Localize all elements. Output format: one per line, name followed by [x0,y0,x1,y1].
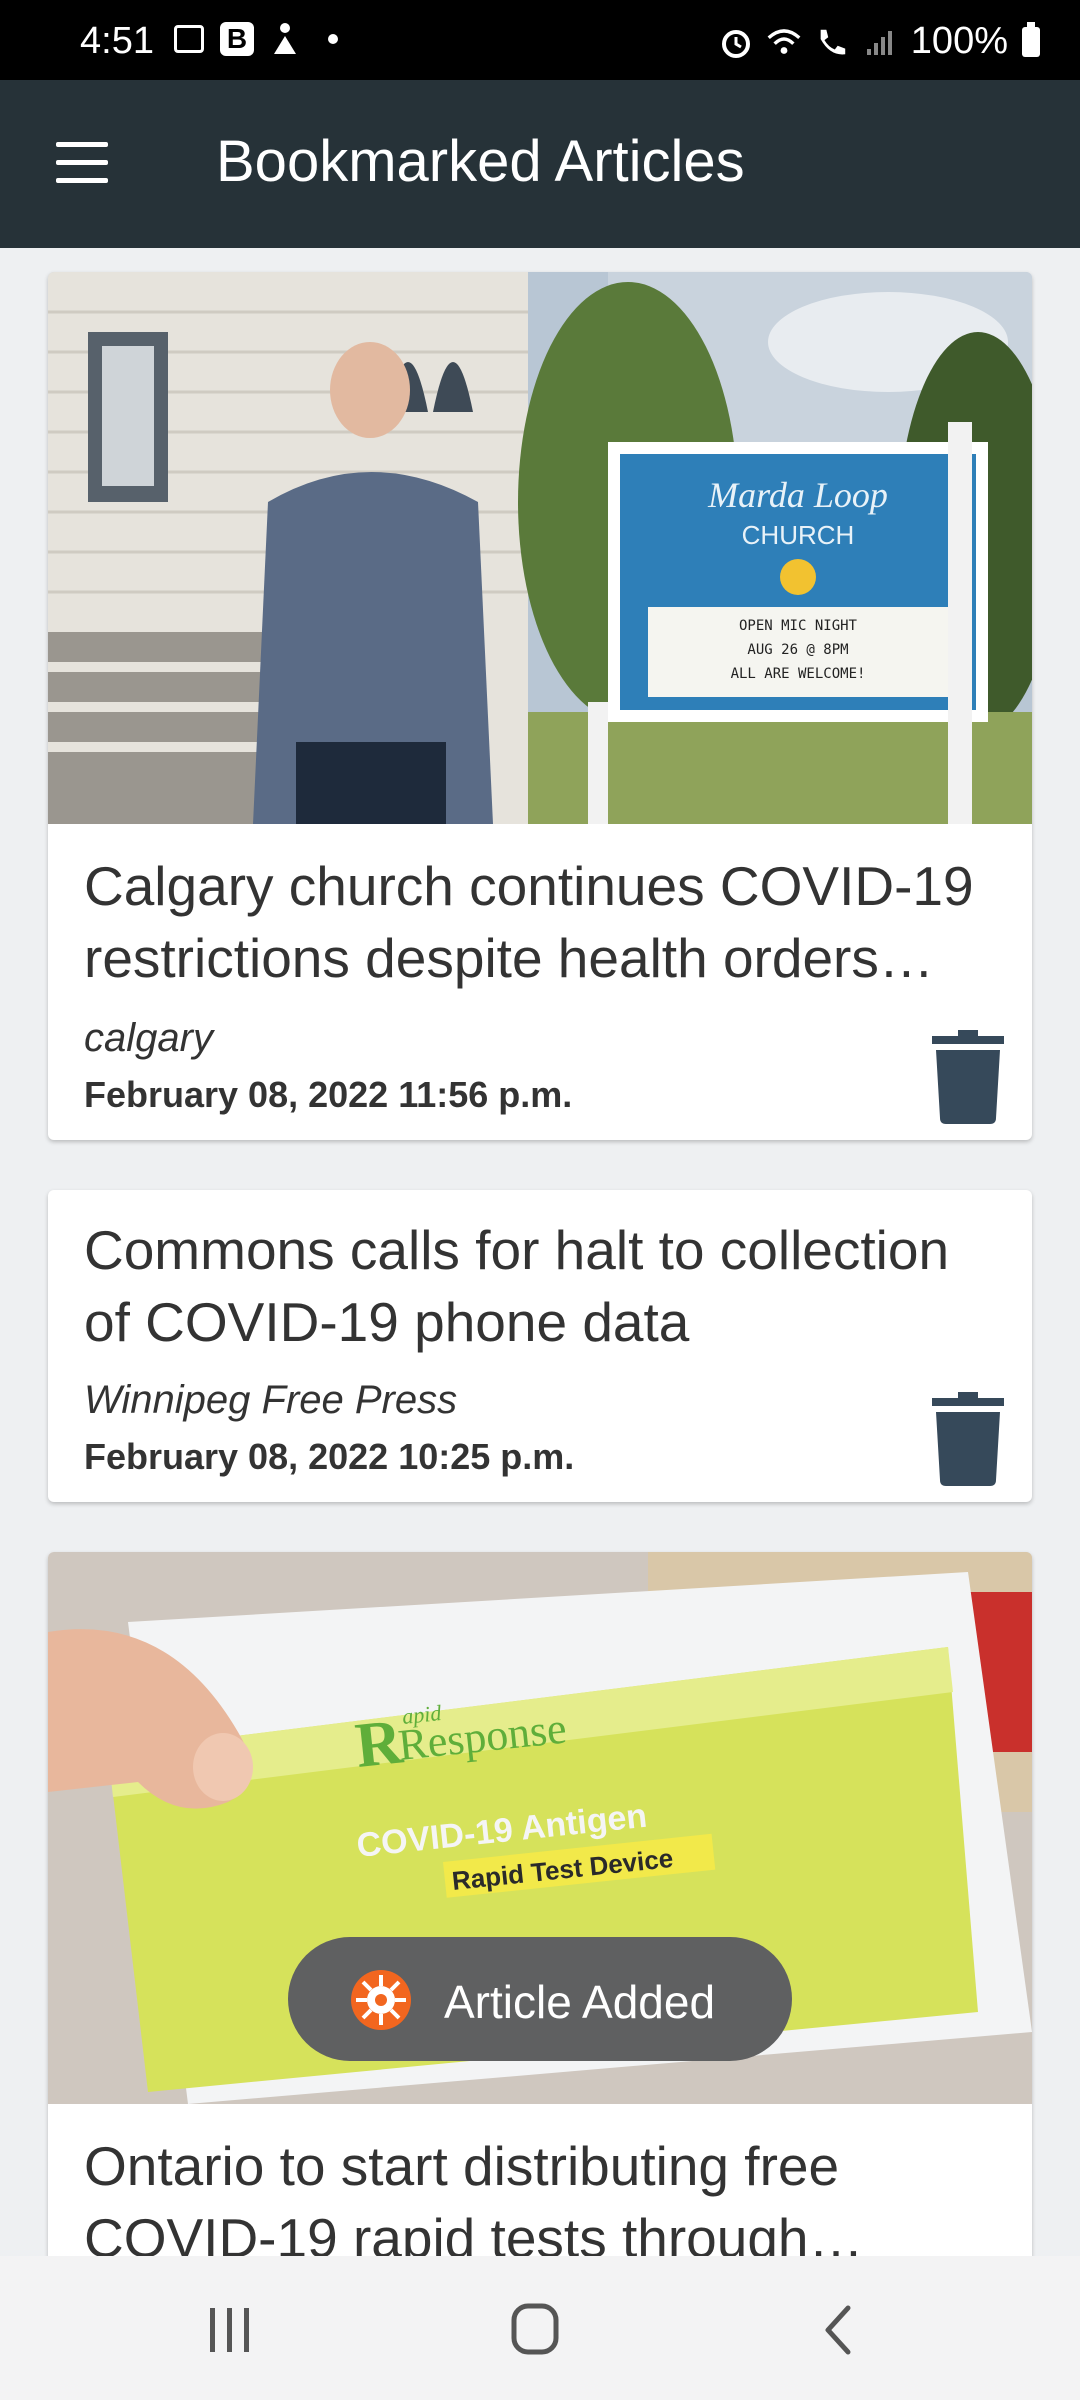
svg-text:AUG 26 @ 8PM: AUG 26 @ 8PM [747,642,848,658]
article-headline[interactable]: Ontario to start distributing free COVID… [84,2130,1004,2274]
article-image: Marda Loop CHURCH OPEN MIC NIGHT AUG 26 … [48,272,1032,824]
back-icon[interactable] [800,2300,880,2360]
wifi-icon [767,25,801,59]
article-card[interactable]: R apid Response COVID-19 Antigen Rapid T… [48,1552,1032,2312]
alarm-icon [719,25,753,59]
svg-text:Marda Loop: Marda Loop [707,475,888,515]
page-title: Bookmarked Articles [216,129,745,194]
svg-text:ALL ARE WELCOME!: ALL ARE WELCOME! [731,666,866,682]
app-bar: Bookmarked Articles [0,80,1080,248]
article-headline[interactable]: Calgary church continues COVID-19 restri… [84,850,1004,994]
home-icon[interactable] [495,2300,575,2360]
virus-icon [351,1970,411,2030]
recent-apps-icon[interactable] [190,2300,270,2360]
article-card[interactable]: Commons calls for halt to collection of … [48,1190,1032,1502]
toast-message: Article Added [444,1976,716,2028]
status-time: 4:51 [80,20,154,62]
dot-icon [316,22,350,56]
trash-icon[interactable] [932,1030,1004,1124]
b-icon: B [220,22,254,56]
signal-icon [863,25,897,59]
article-date: February 08, 2022 11:56 p.m. [84,1074,573,1115]
article-source: calgary [84,1016,213,1060]
toast-notification: Article Added [288,1937,792,2061]
svg-text:OPEN MIC NIGHT: OPEN MIC NIGHT [739,618,858,634]
accessibility-icon [268,22,302,56]
battery-percent: 100% [910,20,1008,62]
svg-text:CHURCH: CHURCH [742,520,855,550]
article-card[interactable]: Marda Loop CHURCH OPEN MIC NIGHT AUG 26 … [48,272,1032,1140]
wifi-call-icon [815,25,849,59]
status-bar: 4:51 B 100% [0,0,1080,80]
image-icon [172,22,206,56]
article-date: February 08, 2022 10:25 p.m. [84,1436,575,1477]
system-nav-bar [0,2256,1080,2400]
battery-icon [1022,21,1040,57]
trash-icon[interactable] [932,1392,1004,1486]
article-headline[interactable]: Commons calls for halt to collection of … [84,1214,1004,1358]
article-source: Winnipeg Free Press [84,1378,458,1422]
hamburger-menu-icon[interactable] [50,138,110,190]
